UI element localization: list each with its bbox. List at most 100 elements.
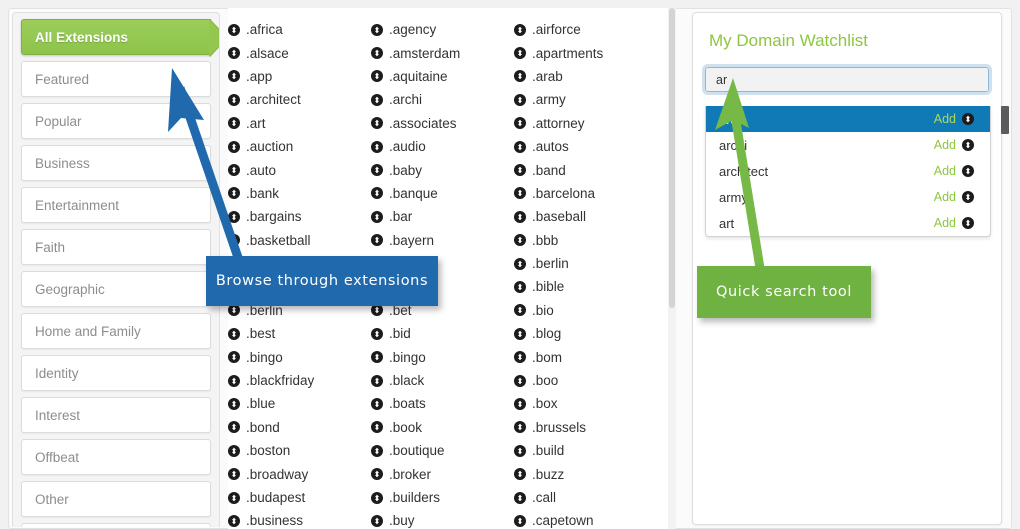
sidebar-item-offbeat[interactable]: Offbeat <box>21 439 211 475</box>
suggestion-label: architect <box>719 163 769 179</box>
extension-row[interactable]: .associates <box>371 112 514 135</box>
sidebar-item-featured[interactable]: Featured <box>21 61 211 97</box>
suggestion-row[interactable]: arab Add <box>706 106 990 132</box>
extension-row[interactable]: .bid <box>371 322 514 345</box>
extension-row[interactable]: .bargains <box>228 205 371 228</box>
extension-row[interactable]: .boston <box>228 439 371 462</box>
extension-row[interactable]: .autos <box>514 135 657 158</box>
extension-label: .alsace <box>246 45 289 61</box>
extension-row[interactable]: .baby <box>371 158 514 181</box>
extension-row[interactable]: .bingo <box>371 345 514 368</box>
extension-row[interactable]: .band <box>514 158 657 181</box>
scrollbar-thumb[interactable] <box>669 8 675 308</box>
extension-row[interactable]: .blackfriday <box>228 369 371 392</box>
extension-row[interactable]: .auction <box>228 135 371 158</box>
extension-row[interactable]: .capetown <box>514 509 657 529</box>
extension-label: .aquitaine <box>389 68 448 84</box>
extension-row[interactable]: .audio <box>371 135 514 158</box>
extension-row[interactable]: .africa <box>228 18 371 41</box>
extension-row[interactable]: .bbb <box>514 229 657 252</box>
sidebar-item-popular[interactable]: Popular <box>21 103 211 139</box>
extension-row[interactable]: .apartments <box>514 41 657 64</box>
extension-row[interactable]: .budapest <box>228 486 371 509</box>
extension-row[interactable]: .bank <box>228 182 371 205</box>
extension-row[interactable]: .basketball <box>228 229 371 252</box>
add-to-watchlist-button[interactable]: Add <box>934 216 980 230</box>
extension-row[interactable]: .banque <box>371 182 514 205</box>
extension-row[interactable]: .blue <box>228 392 371 415</box>
suggestion-row[interactable]: architect Add <box>706 158 990 184</box>
extension-row[interactable]: .boo <box>514 369 657 392</box>
plus-circle-icon <box>962 217 974 229</box>
extension-row[interactable]: .bayern <box>371 229 514 252</box>
sidebar-item-business[interactable]: Business <box>21 145 211 181</box>
sidebar-item-identity[interactable]: Identity <box>21 355 211 391</box>
extension-row[interactable]: .boutique <box>371 439 514 462</box>
extension-row[interactable]: .broadway <box>228 462 371 485</box>
extension-row[interactable]: .archi <box>371 88 514 111</box>
suggestion-row[interactable]: archi Add <box>706 132 990 158</box>
plus-circle-icon <box>514 397 526 410</box>
extension-row[interactable]: .blog <box>514 322 657 345</box>
plus-circle-icon <box>228 468 240 481</box>
add-to-watchlist-button[interactable]: Add <box>934 138 980 152</box>
extension-row[interactable]: .art <box>228 112 371 135</box>
sidebar-item-home-and-family[interactable]: Home and Family <box>21 313 211 349</box>
extension-row[interactable]: .army <box>514 88 657 111</box>
category-sidebar: All Extensions Featured Popular Business Ent… <box>12 12 220 527</box>
extension-row[interactable]: .builders <box>371 486 514 509</box>
sidebar-item-interest[interactable]: Interest <box>21 397 211 433</box>
add-to-watchlist-button[interactable]: Add <box>934 112 980 126</box>
extension-row[interactable]: .bingo <box>228 345 371 368</box>
extension-row[interactable]: .berlin <box>514 252 657 275</box>
extension-row[interactable]: .agency <box>371 18 514 41</box>
extension-row[interactable]: .attorney <box>514 112 657 135</box>
sidebar-item-entertainment[interactable]: Entertainment <box>21 187 211 223</box>
extension-row[interactable]: .build <box>514 439 657 462</box>
watchlist-search-input[interactable] <box>702 64 992 95</box>
extension-row[interactable]: .architect <box>228 88 371 111</box>
extension-row[interactable]: .barcelona <box>514 182 657 205</box>
extension-row[interactable]: .bio <box>514 299 657 322</box>
extension-row[interactable]: .box <box>514 392 657 415</box>
extension-row[interactable]: .aquitaine <box>371 65 514 88</box>
extension-row[interactable]: .arab <box>514 65 657 88</box>
sidebar-item-label: Identity <box>35 365 79 381</box>
extension-row[interactable]: .bible <box>514 275 657 298</box>
extension-row[interactable]: .boats <box>371 392 514 415</box>
extension-row[interactable]: .amsterdam <box>371 41 514 64</box>
extension-row[interactable]: .bond <box>228 416 371 439</box>
sidebar-item-more[interactable] <box>21 523 211 527</box>
plus-circle-icon <box>228 140 240 153</box>
add-to-watchlist-button[interactable]: Add <box>934 164 980 178</box>
extension-row[interactable]: .best <box>228 322 371 345</box>
extension-row[interactable]: .book <box>371 416 514 439</box>
sidebar-item-label: Home and Family <box>35 323 141 339</box>
extension-label: .archi <box>389 92 423 108</box>
suggestion-row[interactable]: art Add <box>706 210 990 236</box>
extension-row[interactable]: .business <box>228 509 371 529</box>
extension-row[interactable]: .black <box>371 369 514 392</box>
extension-row[interactable]: .airforce <box>514 18 657 41</box>
add-label: Add <box>933 164 956 178</box>
extension-row[interactable]: .alsace <box>228 41 371 64</box>
extension-row[interactable]: .baseball <box>514 205 657 228</box>
extension-row[interactable]: .brussels <box>514 416 657 439</box>
extension-row[interactable]: .broker <box>371 462 514 485</box>
extension-row[interactable]: .bar <box>371 205 514 228</box>
extension-row[interactable]: .buzz <box>514 462 657 485</box>
extension-row[interactable]: .buy <box>371 509 514 529</box>
extension-label: .band <box>532 162 566 178</box>
extension-row[interactable]: .call <box>514 486 657 509</box>
extension-row[interactable]: .app <box>228 65 371 88</box>
extension-row[interactable]: .auto <box>228 158 371 181</box>
sidebar-item-all-extensions[interactable]: All Extensions <box>21 17 219 59</box>
sidebar-item-other[interactable]: Other <box>21 481 211 517</box>
suggestion-row[interactable]: army Add <box>706 184 990 210</box>
sidebar-item-geographic[interactable]: Geographic <box>21 271 211 307</box>
extension-row[interactable]: .bom <box>514 345 657 368</box>
extension-list-scrollbar[interactable] <box>668 8 676 529</box>
sidebar-item-faith[interactable]: Faith <box>21 229 211 265</box>
add-to-watchlist-button[interactable]: Add <box>934 190 980 204</box>
suggestions-scrollbar[interactable] <box>1001 106 1009 134</box>
